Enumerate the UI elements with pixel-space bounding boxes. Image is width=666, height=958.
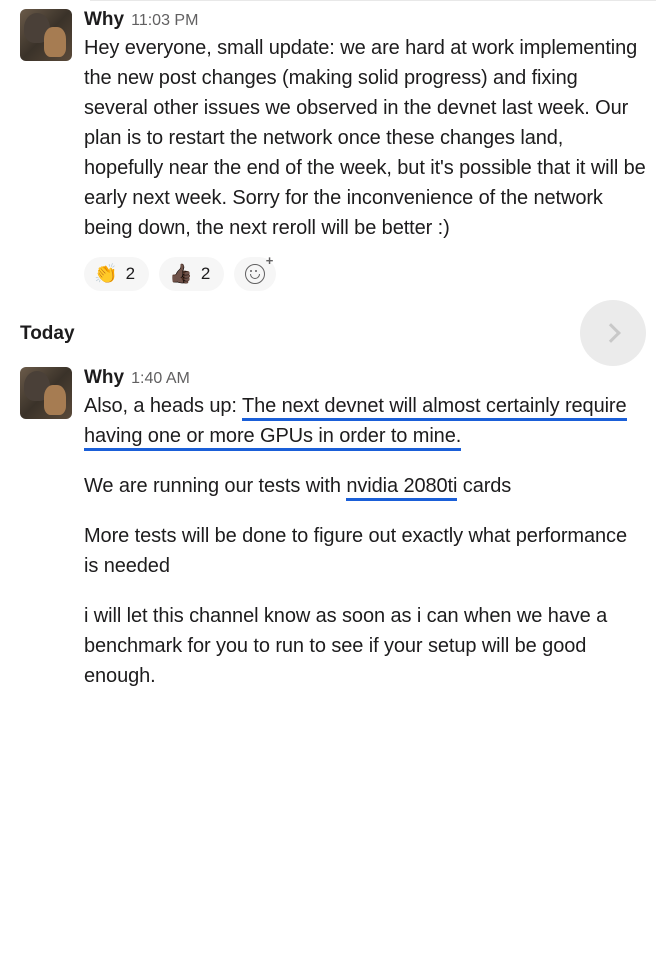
- add-reaction-button[interactable]: +: [234, 257, 276, 291]
- reactions-bar: 👏 2 👍🏿 2 +: [84, 257, 646, 291]
- author-name[interactable]: Why: [84, 9, 124, 31]
- plus-icon: +: [266, 254, 274, 267]
- message-paragraph: Also, a heads up: The next devnet will a…: [84, 391, 646, 451]
- chevron-right-icon: [601, 323, 621, 343]
- message-paragraph: We are running our tests with nvidia 208…: [84, 471, 646, 501]
- avatar[interactable]: [20, 9, 72, 61]
- message-paragraph: More tests will be done to figure out ex…: [84, 521, 646, 581]
- message-paragraph: i will let this channel know as soon as …: [84, 601, 646, 691]
- timestamp[interactable]: 11:03 PM: [131, 12, 198, 30]
- message-content: Why 1:40 AM Also, a heads up: The next d…: [84, 367, 646, 691]
- message-header: Why 1:40 AM: [84, 367, 646, 389]
- date-label: Today: [20, 323, 75, 345]
- timestamp[interactable]: 1:40 AM: [131, 370, 190, 388]
- reaction-thumbs-up[interactable]: 👍🏿 2: [159, 257, 224, 291]
- message-item: Why 1:40 AM Also, a heads up: The next d…: [0, 359, 666, 695]
- clap-icon: 👏: [94, 265, 118, 284]
- reaction-count: 2: [201, 264, 210, 284]
- avatar[interactable]: [20, 367, 72, 419]
- reaction-count: 2: [126, 264, 135, 284]
- message-header: Why 11:03 PM: [84, 9, 646, 31]
- scroll-right-button[interactable]: [580, 300, 646, 366]
- smiley-plus-icon: [245, 264, 265, 284]
- thumbs-up-icon: 👍🏿: [169, 265, 193, 284]
- reaction-clap[interactable]: 👏 2: [84, 257, 149, 291]
- message-item: Why 11:03 PM Hey everyone, small update:…: [0, 1, 666, 307]
- date-divider: Today: [0, 307, 666, 359]
- message-body: Hey everyone, small update: we are hard …: [84, 33, 646, 243]
- author-name[interactable]: Why: [84, 367, 124, 389]
- message-body: Also, a heads up: The next devnet will a…: [84, 391, 646, 691]
- highlighted-text: nvidia 2080ti: [346, 475, 457, 501]
- message-content: Why 11:03 PM Hey everyone, small update:…: [84, 9, 646, 303]
